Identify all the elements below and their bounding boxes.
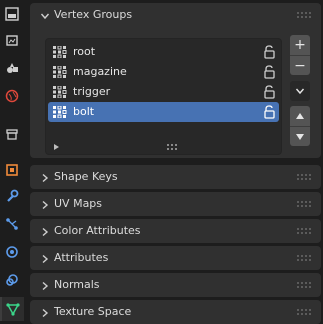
render-icon [6, 35, 18, 46]
panel-title: UV Maps [54, 197, 103, 210]
chevron-down-icon [40, 13, 50, 20]
collection-icon [6, 129, 18, 140]
lock-open-icon[interactable] [263, 85, 275, 99]
lock-open-icon[interactable] [263, 105, 275, 119]
output-icon [7, 63, 18, 73]
particles-icon [6, 218, 18, 230]
panel-title: Normals [54, 278, 100, 291]
attributes-panel[interactable]: Attributes [30, 246, 321, 270]
chevron-right-icon [42, 254, 49, 264]
data-mesh-icon [6, 303, 20, 316]
tool-icon [5, 7, 19, 21]
add-vertex-group-button[interactable]: + [290, 35, 310, 55]
drag-grip-icon[interactable] [297, 201, 311, 207]
vertex-groups-header[interactable]: Vertex Groups [30, 3, 321, 27]
drag-grip-icon[interactable] [297, 309, 311, 315]
physics-icon [6, 246, 18, 258]
tab-particles[interactable] [0, 212, 24, 236]
tab-data[interactable] [0, 297, 24, 321]
vertex-group-name: trigger [73, 85, 111, 98]
filter-options-toggle-icon[interactable] [54, 144, 59, 150]
vertex-group-specials-menu-button[interactable] [290, 81, 310, 101]
panel-title: Color Attributes [54, 224, 141, 237]
list-item[interactable]: trigger [48, 82, 279, 102]
chevron-right-icon [42, 227, 49, 237]
world-icon [5, 89, 19, 103]
vertex-groups-panel: Vertex Groups root magazine trigger bolt… [30, 3, 321, 158]
vertex-group-icon [53, 86, 67, 98]
drag-grip-icon[interactable] [297, 255, 311, 261]
properties-tab-strip [0, 0, 24, 324]
tab-world[interactable] [0, 84, 24, 108]
lock-open-icon[interactable] [263, 45, 275, 59]
properties-region: Vertex Groups root magazine trigger bolt… [24, 0, 323, 324]
vertex-group-list: root magazine trigger bolt [45, 38, 282, 155]
remove-vertex-group-button[interactable]: − [290, 55, 310, 75]
tab-render[interactable] [0, 28, 24, 52]
drag-grip-icon[interactable] [297, 12, 311, 18]
chevron-right-icon [42, 173, 49, 183]
chevron-down-icon [295, 88, 305, 95]
drag-grip-icon[interactable] [297, 228, 311, 234]
list-item[interactable]: root [48, 42, 279, 62]
vertex-group-icon [53, 106, 67, 118]
constraints-icon [6, 274, 18, 286]
tab-collection[interactable] [0, 122, 24, 146]
chevron-right-icon [42, 200, 49, 210]
list-item[interactable]: magazine [48, 62, 279, 82]
color-attributes-panel[interactable]: Color Attributes [30, 219, 321, 243]
vertex-group-icon [53, 66, 67, 78]
texture-space-panel[interactable]: Texture Space [30, 300, 321, 324]
object-icon [6, 164, 18, 176]
tab-modifiers[interactable] [0, 184, 24, 208]
chevron-right-icon [42, 281, 49, 291]
chevron-right-icon [42, 308, 49, 318]
drag-grip-icon[interactable] [297, 174, 311, 180]
panel-title: Texture Space [54, 305, 132, 318]
vertex-group-icon [53, 46, 67, 58]
normals-panel[interactable]: Normals [30, 273, 321, 297]
uv-maps-panel[interactable]: UV Maps [30, 192, 321, 216]
tab-output[interactable] [0, 56, 24, 80]
vertex-group-name: bolt [73, 105, 95, 118]
panel-title: Vertex Groups [54, 8, 133, 21]
list-resize-grip-icon[interactable] [167, 144, 179, 150]
move-down-button[interactable] [290, 126, 310, 146]
list-item-selected[interactable]: bolt [48, 102, 279, 122]
tab-object[interactable] [0, 158, 24, 182]
panel-title: Shape Keys [54, 170, 118, 183]
shape-keys-panel[interactable]: Shape Keys [30, 165, 321, 189]
tab-physics[interactable] [0, 240, 24, 264]
vertex-group-name: root [73, 45, 96, 58]
lock-open-icon[interactable] [263, 65, 275, 79]
triangle-up-icon [296, 113, 304, 119]
tab-constraints[interactable] [0, 268, 24, 292]
panel-title: Attributes [54, 251, 109, 264]
vertex-group-name: magazine [73, 65, 127, 78]
move-up-button[interactable] [290, 106, 310, 126]
drag-grip-icon[interactable] [297, 282, 311, 288]
triangle-down-icon [296, 133, 304, 140]
tab-tool[interactable] [0, 2, 24, 26]
modifier-wrench-icon [7, 189, 19, 202]
